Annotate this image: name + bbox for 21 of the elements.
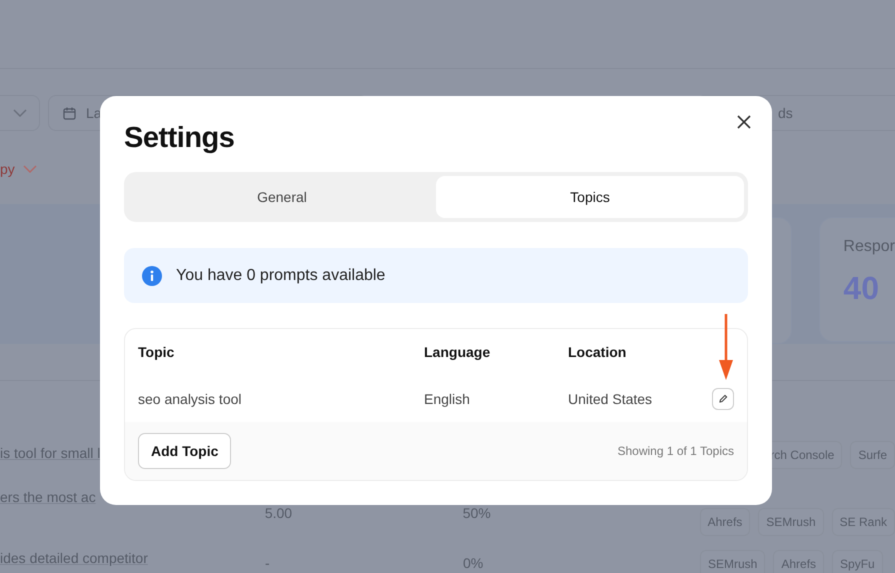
tool-tag: Surfe — [850, 441, 895, 469]
column-header: Location — [568, 344, 628, 360]
table-cell-text: English — [424, 390, 471, 406]
tool-tag: SE Rank — [832, 508, 895, 536]
stat-label: Respor — [843, 238, 895, 256]
score-text: 5.00 — [264, 505, 292, 521]
tool-tag: Ahrefs — [700, 508, 750, 536]
share-text: 0% — [463, 555, 484, 571]
dialog-title: Settings — [124, 122, 234, 155]
column-header: Topic — [138, 344, 176, 360]
table-cell-text: United States — [568, 390, 654, 406]
tool-tag: Ahrefs — [773, 550, 824, 573]
tool-tag: SEMrush — [758, 508, 824, 536]
column-header: Language — [424, 344, 492, 360]
score-text: - — [265, 555, 270, 571]
share-text: 50% — [462, 505, 491, 521]
table-cell-text: seo analysis tool — [138, 390, 243, 406]
tool-tag: SEMrush — [700, 550, 766, 573]
tool-tag: SpyFu — [832, 550, 883, 573]
pagination-text: Showing 1 of 1 Topics — [617, 444, 734, 458]
info-text: You have 0 prompts available — [176, 266, 386, 284]
